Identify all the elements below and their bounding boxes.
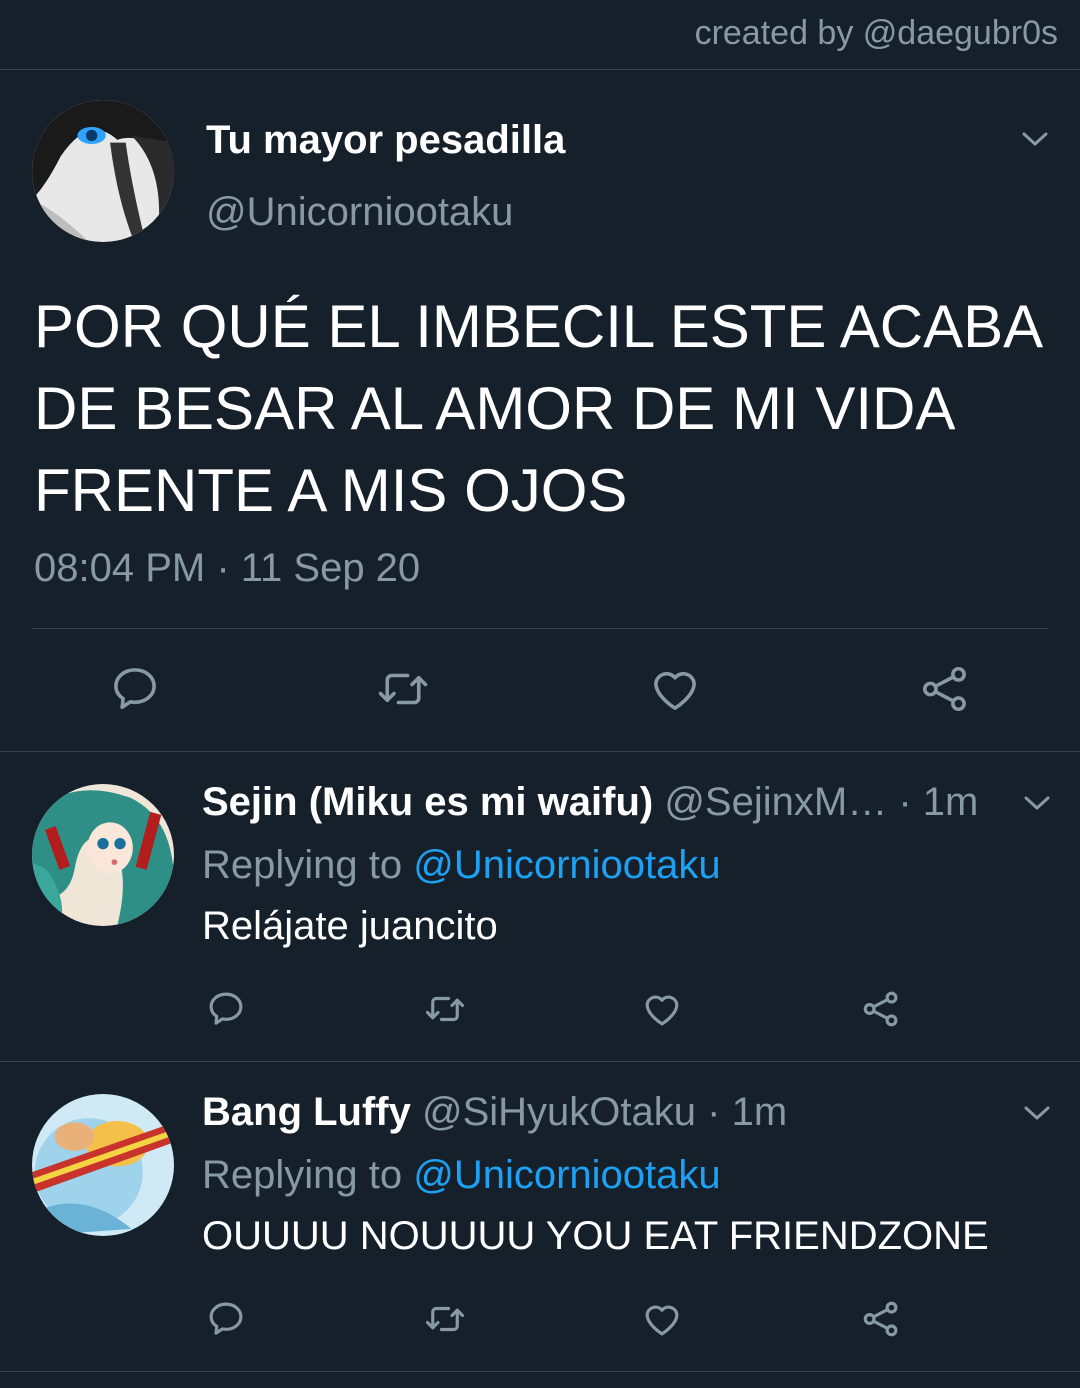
retweet-icon[interactable] xyxy=(422,988,468,1030)
reply-icon[interactable] xyxy=(205,988,247,1030)
tweet-text: POR QUÉ EL IMBECIL ESTE ACABA DE BESAR A… xyxy=(34,286,1043,532)
chevron-down-icon[interactable] xyxy=(1022,788,1052,818)
reply-text: Relájate juancito xyxy=(202,904,498,948)
display-name[interactable]: Sejin (Miku es mi waifu) xyxy=(202,780,653,824)
divider xyxy=(32,628,1048,629)
avatar-image xyxy=(32,100,174,242)
avatar[interactable] xyxy=(32,100,174,242)
reply-header: Bang Luffy @SiHyukOtaku · 1m xyxy=(202,1090,787,1135)
replying-prefix: Replying to xyxy=(202,1153,414,1197)
divider xyxy=(0,751,1080,752)
credit-label: created by @daegubr0s xyxy=(694,14,1058,52)
display-name[interactable]: Tu mayor pesadilla xyxy=(206,118,565,163)
chevron-down-icon[interactable] xyxy=(1020,124,1050,154)
reply-icon[interactable] xyxy=(205,1298,247,1340)
avatar-image xyxy=(32,784,174,926)
share-icon[interactable] xyxy=(918,662,972,716)
tweet-text-line: DE BESAR AL AMOR DE MI VIDA xyxy=(34,375,956,442)
reply-header: Sejin (Miku es mi waifu) @SejinxM… · 1m xyxy=(202,780,978,825)
like-icon[interactable] xyxy=(648,662,702,716)
user-handle[interactable]: @SejinxM… xyxy=(664,780,887,824)
mention-link[interactable]: @Unicorniootaku xyxy=(413,843,720,887)
divider xyxy=(0,1061,1080,1062)
tweet-timestamp[interactable]: 08:04 PM · 11 Sep 20 xyxy=(34,546,420,591)
reply-time: · 1m xyxy=(887,780,979,824)
avatar-image xyxy=(32,1094,174,1236)
divider xyxy=(0,69,1080,70)
replying-to: Replying to @Unicorniootaku xyxy=(202,1153,721,1198)
divider xyxy=(0,1371,1080,1372)
avatar[interactable] xyxy=(32,1094,174,1236)
display-name[interactable]: Bang Luffy xyxy=(202,1090,411,1134)
replying-prefix: Replying to xyxy=(202,843,414,887)
mention-link[interactable]: @Unicorniootaku xyxy=(413,1153,720,1197)
share-icon[interactable] xyxy=(860,1298,902,1340)
user-handle[interactable]: @SiHyukOtaku xyxy=(422,1090,696,1134)
like-icon[interactable] xyxy=(641,1298,683,1340)
avatar[interactable] xyxy=(32,784,174,926)
like-icon[interactable] xyxy=(641,988,683,1030)
share-icon[interactable] xyxy=(860,988,902,1030)
reply-time: · 1m xyxy=(696,1090,788,1134)
reply-text: OUUUU NOUUUU YOU EAT FRIENDZONE xyxy=(202,1214,989,1258)
chevron-down-icon[interactable] xyxy=(1022,1098,1052,1128)
retweet-icon[interactable] xyxy=(422,1298,468,1340)
retweet-icon[interactable] xyxy=(374,662,432,716)
user-handle[interactable]: @Unicorniootaku xyxy=(206,190,513,235)
reply-icon[interactable] xyxy=(108,662,162,716)
replying-to: Replying to @Unicorniootaku xyxy=(202,843,721,888)
tweet-text-line: FRENTE A MIS OJOS xyxy=(34,457,628,524)
tweet-text-line: POR QUÉ EL IMBECIL ESTE ACABA xyxy=(34,293,1044,360)
